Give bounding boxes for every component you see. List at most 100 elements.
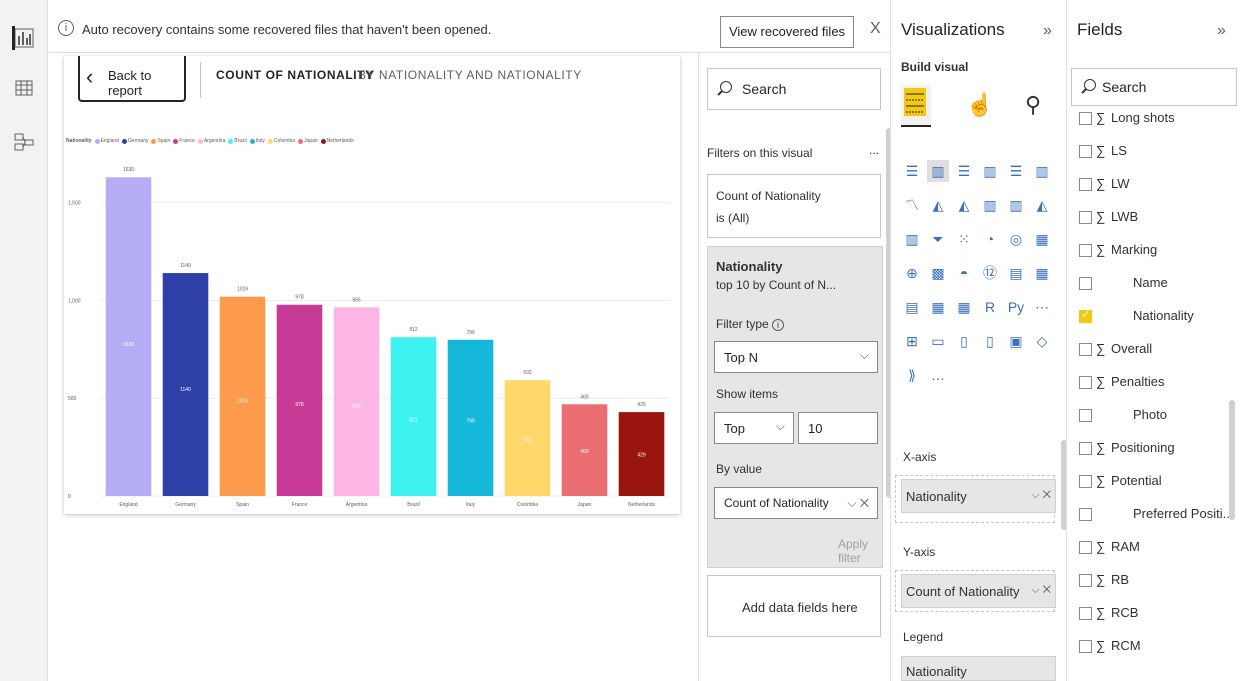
- line-clustered-icon[interactable]: ▥: [1005, 194, 1027, 216]
- chevron-more-icon[interactable]: ⟫: [901, 364, 923, 386]
- paginated-icon[interactable]: ▯: [979, 330, 1001, 352]
- apply-filter-button[interactable]: Apply filter: [838, 537, 882, 565]
- field-name: Photo: [1133, 407, 1167, 422]
- table-icon[interactable]: ▦: [927, 296, 949, 318]
- format-visual-icon[interactable]: ☝: [966, 92, 993, 118]
- remove-field-icon[interactable]: ⌵ ✕: [1031, 489, 1051, 502]
- filter-type-value: Top N: [724, 350, 758, 365]
- chevron-down-icon[interactable]: ⌵ ✕: [847, 496, 869, 511]
- power-apps-icon[interactable]: ▣: [1005, 330, 1027, 352]
- map-icon[interactable]: ⊕: [901, 262, 923, 284]
- bar[interactable]: [105, 177, 152, 496]
- count-of-nationality-filter-card[interactable]: Count of Nationality is (All): [707, 174, 881, 238]
- bar[interactable]: [162, 273, 209, 496]
- card2-summary: top 10 by Count of N...: [716, 278, 837, 292]
- field-checkbox[interactable]: [1079, 640, 1092, 653]
- line-chart-icon[interactable]: 〽: [901, 194, 923, 216]
- python-visual-icon[interactable]: Py: [1005, 296, 1027, 318]
- report-view-icon[interactable]: [12, 26, 36, 50]
- waterfall-icon[interactable]: ▥: [901, 228, 923, 250]
- nationality-filter-card[interactable]: Nationality top 10 by Count of N... Filt…: [707, 246, 883, 568]
- filter-type-dropdown[interactable]: Top N ⌵: [714, 341, 878, 373]
- line-column-icon[interactable]: ▥: [979, 194, 1001, 216]
- field-checkbox[interactable]: [1079, 112, 1092, 125]
- add-data-fields-dropzone[interactable]: Add data fields here: [707, 575, 881, 637]
- close-banner-button[interactable]: X: [870, 20, 881, 38]
- field-checkbox[interactable]: [1079, 475, 1092, 488]
- field-checkbox[interactable]: [1079, 541, 1092, 554]
- field-checkbox[interactable]: [1079, 442, 1092, 455]
- filters-more-icon[interactable]: ...: [869, 143, 879, 157]
- x-tick-label: Italy: [466, 502, 476, 508]
- decomposition-icon[interactable]: ⊞: [901, 330, 923, 352]
- narrative-icon[interactable]: ▯: [953, 330, 975, 352]
- x-axis-field[interactable]: Nationality ⌵ ✕: [901, 479, 1056, 513]
- field-checkbox[interactable]: [1079, 244, 1092, 257]
- view-recovered-files-button[interactable]: View recovered files: [720, 16, 854, 48]
- power-automate-icon[interactable]: ◇: [1031, 330, 1053, 352]
- bar[interactable]: [219, 296, 266, 496]
- fields-scrollbar[interactable]: [1229, 400, 1235, 520]
- stacked-area-icon[interactable]: ◭: [953, 194, 975, 216]
- y-axis-field[interactable]: Count of Nationality ⌵ ✕: [901, 574, 1056, 608]
- field-checkbox[interactable]: [1079, 409, 1092, 422]
- multirow-card-icon[interactable]: ▤: [1005, 262, 1027, 284]
- card-icon[interactable]: ⑫: [979, 262, 1001, 284]
- clustered-column-icon[interactable]: ▥: [979, 160, 1001, 182]
- x-tick-label: England: [119, 502, 138, 508]
- field-checkbox[interactable]: [1079, 211, 1092, 224]
- bar-value-label: 965: [352, 297, 361, 303]
- sigma-icon: ∑: [1096, 242, 1106, 257]
- bar[interactable]: [276, 304, 323, 496]
- kpi-icon[interactable]: ▦: [1031, 262, 1053, 284]
- bar[interactable]: [333, 307, 380, 496]
- stacked-bar-icon[interactable]: ☰: [901, 160, 923, 182]
- 100-bar-icon[interactable]: ☰: [1005, 160, 1027, 182]
- show-items-direction: Top: [724, 421, 745, 436]
- 100-column-icon[interactable]: ▥: [1031, 160, 1053, 182]
- clustered-bar-icon[interactable]: ☰: [953, 160, 975, 182]
- collapse-fields-icon[interactable]: »: [1217, 22, 1226, 40]
- r-visual-icon[interactable]: R: [979, 296, 1001, 318]
- filled-map-icon[interactable]: ▩: [927, 262, 949, 284]
- pie-icon[interactable]: ◔: [979, 228, 1001, 250]
- field-checkbox[interactable]: [1079, 343, 1092, 356]
- field-checkbox[interactable]: [1079, 376, 1092, 389]
- field-checkbox[interactable]: [1079, 145, 1092, 158]
- donut-icon[interactable]: ◎: [1005, 228, 1027, 250]
- filter-type-text: Filter type: [716, 317, 769, 331]
- scatter-icon[interactable]: ⁙: [953, 228, 975, 250]
- qa-icon[interactable]: ▭: [927, 330, 949, 352]
- chevron-down-icon: ⌵: [775, 419, 785, 433]
- matrix-icon[interactable]: ▦: [953, 296, 975, 318]
- treemap-icon[interactable]: ▦: [1031, 228, 1053, 250]
- stacked-column-icon[interactable]: ▥: [927, 160, 949, 182]
- field-checkbox[interactable]: [1079, 607, 1092, 620]
- funnel-icon[interactable]: ⏷: [927, 228, 949, 250]
- field-checkbox[interactable]: [1079, 508, 1092, 521]
- legend-field[interactable]: Nationality: [901, 656, 1056, 681]
- ribbon-icon[interactable]: ◭: [1031, 194, 1053, 216]
- by-value-field-well[interactable]: Count of Nationality ⌵ ✕: [714, 487, 878, 519]
- field-checkbox[interactable]: [1079, 574, 1092, 587]
- collapse-visualizations-icon[interactable]: »: [1043, 22, 1052, 40]
- field-name: Preferred Positi...: [1133, 506, 1234, 521]
- show-items-count-input[interactable]: 10: [798, 412, 878, 444]
- key-influencers-icon[interactable]: ⋯: [1031, 296, 1053, 318]
- remove-field-icon[interactable]: ⌵ ✕: [1031, 584, 1051, 597]
- table-view-icon[interactable]: [12, 76, 36, 100]
- slicer-icon[interactable]: ▤: [901, 296, 923, 318]
- gauge-icon[interactable]: ◓: [953, 262, 975, 284]
- fields-search-input[interactable]: Search: [1071, 68, 1237, 106]
- field-checkbox[interactable]: [1079, 178, 1092, 191]
- build-visual-tab[interactable]: [901, 85, 931, 127]
- more-visuals-icon[interactable]: …: [927, 364, 949, 386]
- bar-chart-visual[interactable]: ‹ Back to report COUNT OF NATIONALITY BY…: [64, 56, 680, 514]
- field-checkbox[interactable]: [1079, 308, 1092, 323]
- model-view-icon[interactable]: [12, 130, 36, 154]
- show-items-direction-dropdown[interactable]: Top ⌵: [714, 412, 794, 444]
- filter-search-input[interactable]: Search: [707, 68, 881, 110]
- analytics-icon[interactable]: ⚲: [1025, 92, 1041, 118]
- field-checkbox[interactable]: [1079, 277, 1092, 290]
- area-chart-icon[interactable]: ◭: [927, 194, 949, 216]
